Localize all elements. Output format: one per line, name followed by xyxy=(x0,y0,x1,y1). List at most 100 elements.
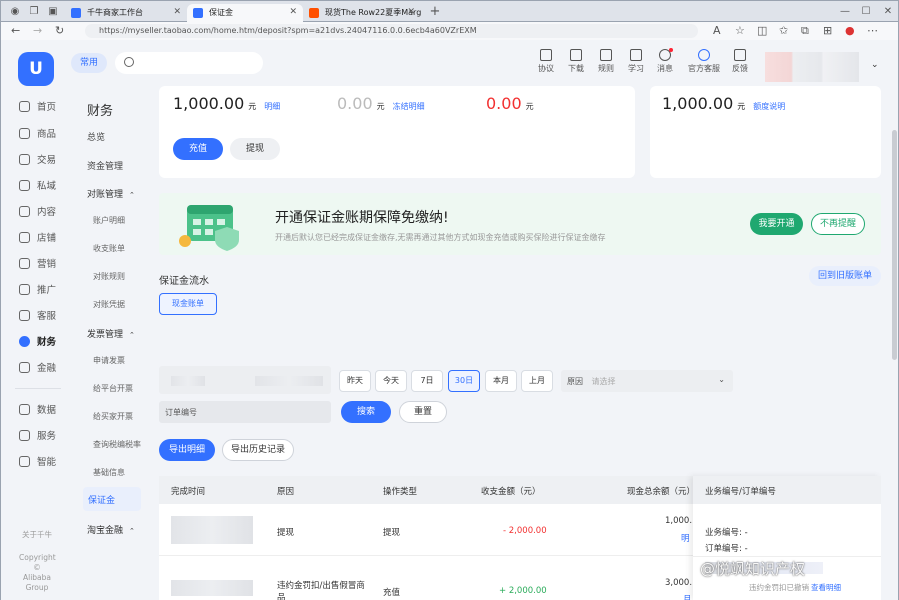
subnav-deposit[interactable]: 保证金 xyxy=(83,487,141,511)
close-tab-icon[interactable]: ✕ xyxy=(173,7,181,17)
page-scrollbar[interactable] xyxy=(892,130,897,360)
nav-content[interactable]: 内容 xyxy=(19,204,56,218)
penalty-revoked-note: 违约金罚扣已撤销 xyxy=(749,583,809,592)
common-button[interactable]: 常用 xyxy=(71,53,107,73)
dismiss-button[interactable]: 不再提醒 xyxy=(811,213,865,235)
tool-label: 下载 xyxy=(568,64,584,73)
extensions-icon[interactable]: ⊞ xyxy=(823,25,832,37)
export-detail-button[interactable]: 导出明细 xyxy=(159,439,215,461)
subnav-tax-rate[interactable]: 查询税编税率 xyxy=(93,439,141,450)
nav-finance[interactable]: 财务 xyxy=(19,334,56,348)
range-this-month[interactable]: 本月 xyxy=(485,370,517,392)
tab-deposit[interactable]: 保证金 ✕ xyxy=(187,4,303,23)
user-account-blurred[interactable] xyxy=(765,52,859,82)
url-field[interactable]: https://myseller.taobao.com/home.htm/dep… xyxy=(85,24,698,38)
tool-official-service[interactable]: 官方客服 xyxy=(686,49,722,74)
tab-qianniu[interactable]: 千牛商家工作台 ✕ xyxy=(65,4,187,23)
sidebar-divider xyxy=(15,388,61,389)
range-7d[interactable]: 7日 xyxy=(411,370,443,392)
nav-trade[interactable]: 交易 xyxy=(19,152,56,166)
subnav-recon-rules[interactable]: 对账规则 xyxy=(93,271,125,282)
favorites-icon[interactable]: ✩ xyxy=(779,25,788,37)
nav-shop[interactable]: 店铺 xyxy=(19,230,56,244)
export-history-button[interactable]: 导出历史记录 xyxy=(222,439,294,461)
subnav-apply-invoice[interactable]: 申请发票 xyxy=(93,355,125,366)
nav-goods[interactable]: 商品 xyxy=(19,126,56,140)
more-menu-icon[interactable]: ⋯ xyxy=(867,25,878,37)
quota-explain-link[interactable]: 额度说明 xyxy=(753,102,785,111)
nav-private[interactable]: 私域 xyxy=(19,178,56,192)
subnav-recon-vouchers[interactable]: 对账凭据 xyxy=(93,299,125,310)
profile-badge-icon[interactable]: ● xyxy=(845,25,855,37)
withdraw-button[interactable]: 提现 xyxy=(230,138,280,160)
read-aloud-icon[interactable]: A xyxy=(713,25,721,37)
nav-label: 交易 xyxy=(37,155,57,166)
unit: 元 xyxy=(737,102,746,111)
reason-select[interactable]: 原因 请选择 ⌄ xyxy=(561,370,733,392)
nav-loan[interactable]: 金融 xyxy=(19,360,56,374)
chevron-down-icon[interactable]: ⌄ xyxy=(871,60,879,70)
close-tab-icon[interactable]: ✕ xyxy=(407,7,415,17)
nav-service[interactable]: 服务 xyxy=(19,428,56,442)
close-window-icon[interactable]: ✕ xyxy=(882,6,894,18)
subnav-overview[interactable]: 总览 xyxy=(87,130,105,143)
minimize-icon[interactable]: — xyxy=(839,6,851,18)
subnav-invoice-buyer[interactable]: 给买家开票 xyxy=(93,411,133,422)
subnav-bills[interactable]: 收支账单 xyxy=(93,243,125,254)
range-today[interactable]: 今天 xyxy=(375,370,407,392)
available-detail-link[interactable]: 明细 xyxy=(264,102,280,111)
tool-rules[interactable]: 规则 xyxy=(589,49,623,74)
about-link[interactable]: 关于千牛 xyxy=(19,529,55,540)
favorite-star-icon[interactable]: ☆ xyxy=(735,25,745,37)
tool-messages[interactable]: 消息 xyxy=(648,48,682,74)
order-number-input[interactable]: 订单编号 xyxy=(159,401,331,423)
subnav-account-detail[interactable]: 账户明细 xyxy=(93,215,125,226)
view-detail-link[interactable]: 查看明细 xyxy=(811,582,841,593)
search-input[interactable] xyxy=(115,52,263,74)
range-last-month[interactable]: 上月 xyxy=(521,370,553,392)
nav-customer-service[interactable]: 客服 xyxy=(19,308,56,322)
type-cell: 提现 xyxy=(383,528,401,538)
search-button[interactable]: 搜索 xyxy=(341,401,391,423)
subnav-tb-finance[interactable]: 淘宝金融 ⌃ xyxy=(87,523,135,536)
reload-icon[interactable]: ↻ xyxy=(55,25,64,37)
subnav-funds[interactable]: 资金管理 xyxy=(87,159,123,172)
nav-ai[interactable]: 智能 xyxy=(19,454,56,468)
copyright: Copyright © Alibaba Group xyxy=(19,553,56,592)
balance-detail-link[interactable]: 明 xyxy=(681,532,690,544)
new-tab-icon[interactable]: + xyxy=(429,5,441,18)
recharge-button[interactable]: 充值 xyxy=(173,138,223,160)
subnav-basic-info[interactable]: 基础信息 xyxy=(93,467,125,478)
workspaces-icon[interactable]: ❐ xyxy=(28,6,40,18)
tab-actions-icon[interactable]: ▣ xyxy=(47,6,59,18)
tool-feedback[interactable]: 反馈 xyxy=(723,49,757,74)
nav-marketing[interactable]: 营销 xyxy=(19,256,56,270)
nav-promote[interactable]: 推广 xyxy=(19,282,56,296)
back-icon[interactable]: ← xyxy=(11,25,20,37)
tool-download[interactable]: 下载 xyxy=(559,49,593,74)
close-tab-icon[interactable]: ✕ xyxy=(289,7,297,17)
subnav-invoice[interactable]: 发票管理 ⌃ xyxy=(87,327,135,340)
cash-bill-tab[interactable]: 现金账单 xyxy=(159,293,217,315)
tool-agreement[interactable]: 协议 xyxy=(529,49,563,74)
frozen-detail-link[interactable]: 冻结明细 xyxy=(393,102,425,111)
profile-icon[interactable]: ◉ xyxy=(9,6,21,18)
nav-data[interactable]: 数据 xyxy=(19,402,56,416)
subnav-recon[interactable]: 对账管理 ⌃ xyxy=(87,187,135,200)
split-screen-icon[interactable]: ◫ xyxy=(757,25,767,37)
reset-button[interactable]: 重置 xyxy=(399,401,447,423)
forward-icon[interactable]: → xyxy=(33,25,42,37)
nav-label: 服务 xyxy=(37,431,57,442)
tab-product[interactable]: 现货The Row22夏季Margaux... ✕ xyxy=(303,4,421,23)
range-yesterday[interactable]: 昨天 xyxy=(339,370,371,392)
range-30d[interactable]: 30日 xyxy=(448,370,480,392)
subnav-invoice-platform[interactable]: 给平台开票 xyxy=(93,383,133,394)
nav-label: 店铺 xyxy=(37,233,57,244)
maximize-icon[interactable]: ☐ xyxy=(860,6,872,18)
collections-icon[interactable]: ⧉ xyxy=(801,25,809,37)
nav-home[interactable]: 首页 xyxy=(19,99,56,113)
open-guarantee-button[interactable]: 我要开通 xyxy=(750,213,803,235)
app-logo[interactable]: U xyxy=(18,52,54,86)
balance-detail-link[interactable]: 月 xyxy=(683,593,692,600)
back-to-old-bill-button[interactable]: 回到旧版账单 xyxy=(809,266,881,286)
